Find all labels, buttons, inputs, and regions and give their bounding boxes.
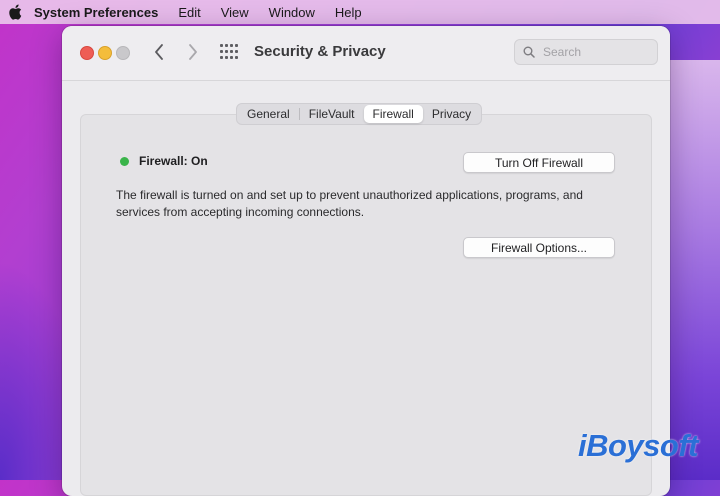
grid-icon[interactable]: [220, 44, 238, 60]
search-input[interactable]: [541, 44, 645, 60]
iboysoft-watermark-logo: iBoysoft: [578, 428, 699, 463]
back-chevron-icon: [155, 44, 163, 60]
turn-off-firewall-button[interactable]: Turn Off Firewall: [463, 152, 615, 173]
tab-privacy[interactable]: Privacy: [423, 105, 480, 123]
tab-bar: General FileVault Firewall Privacy: [236, 103, 483, 125]
menu-view[interactable]: View: [221, 5, 249, 20]
menu-help[interactable]: Help: [335, 5, 362, 20]
back-button[interactable]: [148, 40, 170, 64]
menu-app-name[interactable]: System Preferences: [34, 5, 158, 20]
tab-general[interactable]: General: [238, 105, 299, 123]
firewall-status-label: Firewall: On: [139, 154, 208, 168]
forward-button[interactable]: [182, 40, 204, 64]
tab-filevault[interactable]: FileVault: [300, 105, 364, 123]
window-title: Security & Privacy: [254, 43, 386, 60]
menu-edit[interactable]: Edit: [178, 5, 200, 20]
forward-chevron-icon: [189, 44, 197, 60]
zoom-window-button[interactable]: [116, 46, 130, 60]
firewall-status-indicator: [120, 157, 129, 166]
preferences-window: Security & Privacy General FileVault Fir…: [62, 26, 670, 496]
firewall-description: The firewall is turned on and set up to …: [116, 188, 583, 219]
menu-bar: System Preferences Edit View Window Help: [0, 0, 720, 24]
apple-icon[interactable]: [8, 4, 22, 20]
menu-window[interactable]: Window: [269, 5, 315, 20]
minimize-window-button[interactable]: [98, 46, 112, 60]
search-icon: [523, 46, 535, 58]
search-field[interactable]: [514, 39, 658, 65]
tab-firewall[interactable]: Firewall: [363, 105, 423, 123]
title-bar: Security & Privacy: [62, 26, 670, 81]
firewall-options-button[interactable]: Firewall Options...: [463, 237, 615, 258]
close-window-button[interactable]: [80, 46, 94, 60]
